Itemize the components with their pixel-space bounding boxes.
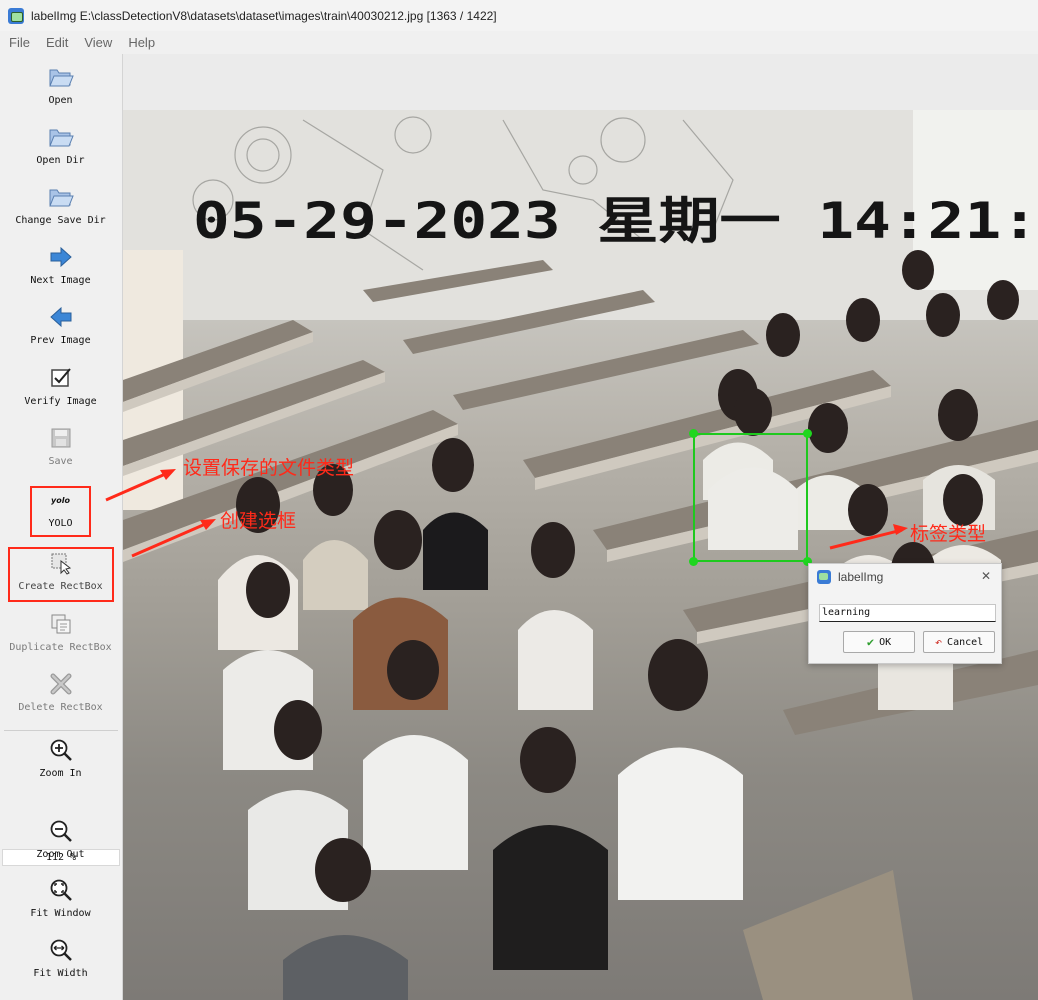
annotation-label-type: 标签类型 [910,523,987,545]
verify-image-label: Verify Image [24,396,97,407]
highlight-create-rectbox [8,547,114,602]
toolbar-divider [4,730,118,731]
app-icon [8,7,24,24]
duplicate-rectbox-label: Duplicate RectBox [9,642,112,653]
fit-window-button[interactable]: Fit Window [0,877,121,919]
menu-help[interactable]: Help [122,35,161,50]
zoom-in-label: Zoom In [39,768,82,779]
open-label: Open [48,95,73,106]
verify-image-button[interactable]: Verify Image [0,365,121,407]
bbox-handle-bottom-left[interactable] [689,557,698,566]
arrow-left-icon [48,304,74,330]
zoom-out-label: Zoom Out [36,849,85,860]
prev-image-button[interactable]: Prev Image [0,304,121,346]
bbox-handle-top-right[interactable] [803,429,812,438]
delete-rectbox-label: Delete RectBox [18,702,103,713]
zoom-out-button[interactable]: Zoom Out [0,818,121,860]
classroom-photo[interactable]: 05-29-2023 星期一 14:21: labelImg ✕ learnin… [123,110,1038,1000]
dialog-title: labelImg [838,570,884,584]
fit-width-label: Fit Width [33,968,88,979]
bounding-box[interactable] [693,433,808,562]
save-label: Save [48,456,73,467]
checkbox-icon [48,365,74,391]
check-icon: ✔ [866,635,875,649]
close-icon[interactable]: ✕ [981,569,991,583]
fit-width-icon [48,937,74,963]
fit-window-label: Fit Window [30,908,91,919]
annotation-save-format: 设置保存的文件类型 [183,457,355,479]
change-save-dir-label: Change Save Dir [15,215,106,226]
window-title: labelImg E:\classDetectionV8\datasets\da… [31,8,497,23]
zoom-out-icon [48,818,74,844]
delete-icon [48,671,74,697]
app-icon [817,570,831,584]
ok-label: OK [879,636,892,648]
cancel-label: Cancel [947,636,984,648]
ok-button[interactable]: ✔ OK [843,631,915,653]
save-button[interactable]: Save [0,425,121,467]
title-bar: labelImg E:\classDetectionV8\datasets\da… [0,0,1038,31]
fit-width-button[interactable]: Fit Width [0,937,121,979]
arrow-right-icon [48,244,74,270]
open-dir-button[interactable]: Open Dir [0,124,121,166]
menu-file[interactable]: File [3,35,36,50]
folder-open-icon [48,64,74,90]
folder-icon [48,184,74,210]
prev-image-label: Prev Image [30,335,91,346]
cancel-button[interactable]: ↶ Cancel [923,631,995,653]
duplicate-rectbox-button[interactable]: Duplicate RectBox [0,611,121,653]
undo-icon: ↶ [934,635,943,649]
annotation-create-box: 创建选框 [220,510,297,532]
next-image-label: Next Image [30,275,91,286]
save-icon [48,425,74,451]
fit-window-icon [48,877,74,903]
open-button[interactable]: Open [0,64,121,106]
bbox-handle-top-left[interactable] [689,429,698,438]
menu-edit[interactable]: Edit [40,35,74,50]
label-input[interactable]: learning [819,604,996,622]
highlight-save-format [30,486,91,537]
classroom-scene: 05-29-2023 星期一 14:21: [123,110,1038,1000]
duplicate-icon [48,611,74,637]
menu-view[interactable]: View [78,35,118,50]
folder-icon [48,124,74,150]
menu-bar: File Edit View Help [0,31,1038,54]
zoom-in-icon [48,737,74,763]
delete-rectbox-button[interactable]: Delete RectBox [0,671,121,713]
change-save-dir-button[interactable]: Change Save Dir [0,184,121,226]
next-image-button[interactable]: Next Image [0,244,121,286]
open-dir-label: Open Dir [36,155,85,166]
dialog-header: labelImg ✕ [809,564,1001,590]
timestamp-overlay: 05-29-2023 星期一 14:21: [193,192,1038,250]
label-dialog: labelImg ✕ learning ✔ OK ↶ Cancel [808,563,1002,664]
zoom-in-button[interactable]: Zoom In [0,737,121,779]
